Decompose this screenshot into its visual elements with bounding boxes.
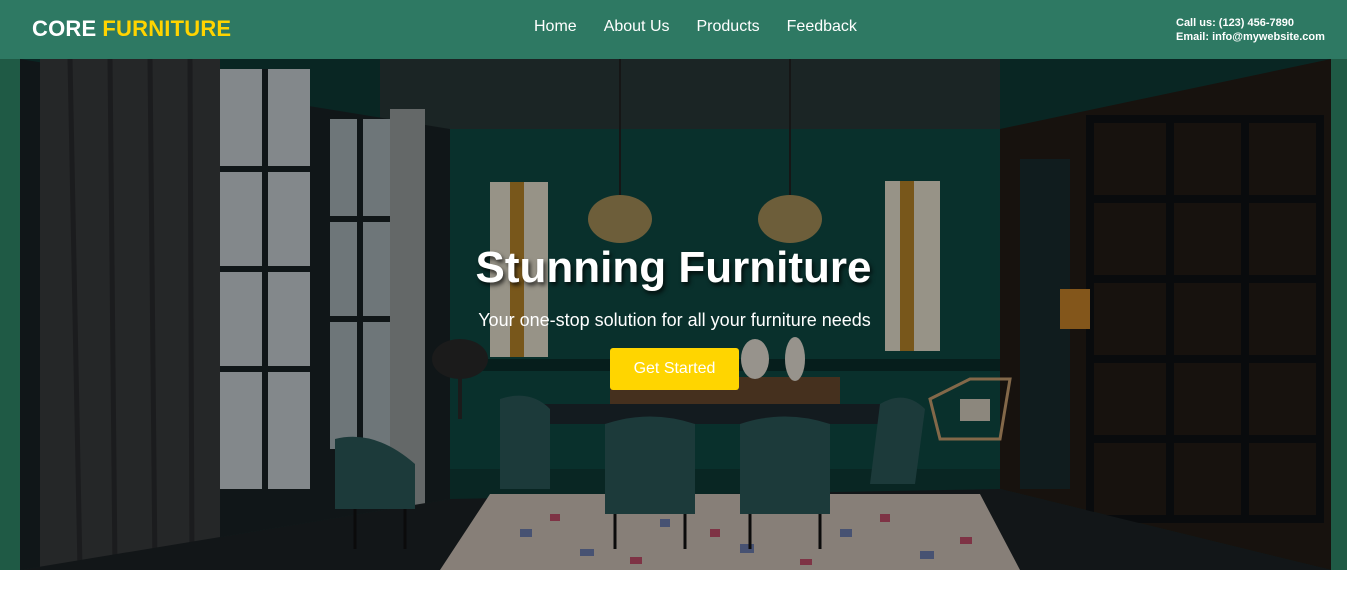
nav-link-home[interactable]: Home (534, 18, 577, 36)
hero-subtitle: Your one-stop solution for all your furn… (478, 310, 871, 330)
brand-logo-core: CORE (32, 16, 97, 41)
brand-logo[interactable]: CORE FURNITURE (32, 16, 231, 42)
brand-logo-furniture: FURNITURE (102, 16, 232, 41)
nav-link-feedback[interactable]: Feedback (787, 18, 857, 36)
nav-link-products[interactable]: Products (697, 18, 760, 36)
nav-link-about-us[interactable]: About Us (604, 18, 670, 36)
contact-info: Call us: (123) 456-7890 Email: info@mywe… (1176, 16, 1325, 44)
contact-phone: Call us: (123) 456-7890 (1176, 17, 1295, 29)
contact-email: Email: info@mywebsite.com (1176, 31, 1325, 43)
top-navbar: CORE FURNITURE Home About Us Products Fee… (0, 0, 1347, 59)
get-started-button[interactable]: Get Started (610, 348, 739, 390)
hero-title: Stunning Furniture (475, 243, 872, 292)
main-nav: Home About Us Products Feedback (534, 18, 884, 36)
